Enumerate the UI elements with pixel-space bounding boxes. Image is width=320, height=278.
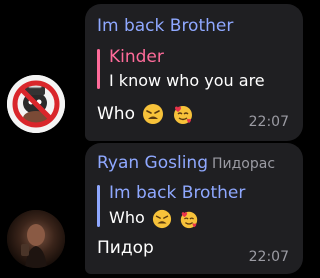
message-row: Ryan GoslingПидорас Im back Brother Who [0,140,320,278]
message-text: Who [97,103,194,125]
no-sign-avatar-icon [7,75,65,133]
sender-name[interactable]: Ryan Gosling [97,153,208,173]
avatar[interactable] [7,75,65,133]
message-text-value: Who [97,104,135,124]
sender-name-line: Ryan Gosling Пидорас [97,153,275,174]
message-text: Пидор [97,238,154,258]
avatar[interactable] [7,210,65,268]
message-row: Im back Brother Kinder I know who you ar… [0,0,320,141]
reply-text-line: Who [109,208,293,229]
smiling-face-with-hearts-icon [173,106,192,124]
reply-sender: Im back Brother [109,183,246,203]
weary-face-icon [152,209,171,228]
message-time: 22:07 [248,249,289,265]
reply-text: Who [109,208,145,227]
sender-rank: Пидорас [211,156,276,172]
reply-preview[interactable]: Kinder I know who you are [97,47,293,91]
weary-face-icon [143,104,164,124]
message-bubble[interactable]: Ryan GoslingПидорас Im back Brother Who [85,143,303,274]
message-time: 22:07 [248,114,289,130]
sender-name[interactable]: Im back Brother [97,16,233,36]
reply-sender: Kinder [109,47,164,67]
reply-preview[interactable]: Im back Brother Who [97,183,293,229]
message-bubble[interactable]: Im back Brother Kinder I know who you ar… [85,4,303,141]
user-photo-avatar-icon [7,210,65,268]
smiling-face-with-hearts-icon [180,211,198,228]
reply-text: I know who you are [109,71,265,90]
